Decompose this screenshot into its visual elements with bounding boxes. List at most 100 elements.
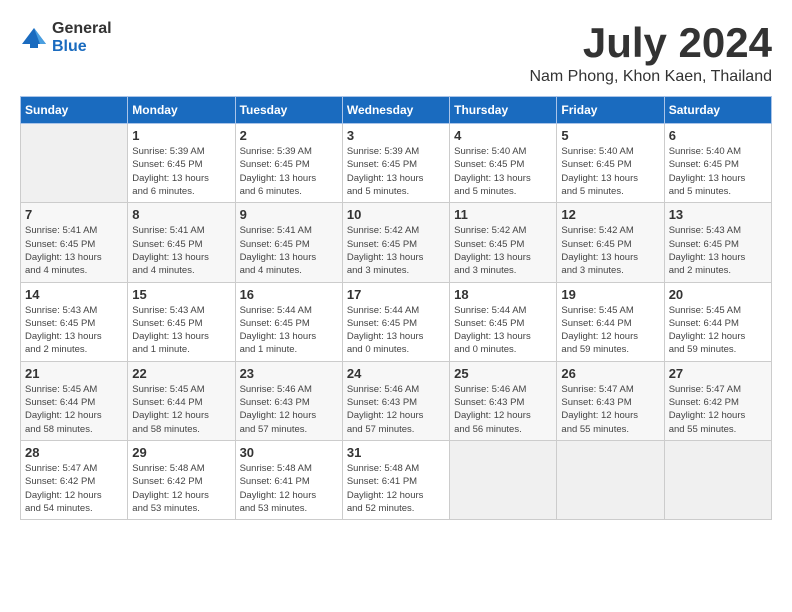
- calendar-cell: 1 Sunrise: 5:39 AM Sunset: 6:45 PM Daylig…: [128, 124, 235, 203]
- day-info: Sunrise: 5:47 AM Sunset: 6:43 PM Dayligh…: [561, 383, 659, 436]
- calendar-cell: 27Sunrise: 5:47 AM Sunset: 6:42 PM Dayli…: [664, 361, 771, 440]
- calendar-cell: 23 Sunrise: 5:46 AM Sunset: 6:43 PM Dayli…: [235, 361, 342, 440]
- header-cell-sunday: Sunday: [21, 97, 128, 124]
- calendar-cell: 6 Sunrise: 5:40 AM Sunset: 6:45 PM Daylig…: [664, 124, 771, 203]
- logo: General Blue: [20, 20, 112, 55]
- day-number: 2: [240, 128, 338, 143]
- day-info: Sunrise: 5:39 AM Sunset: 6:45 PM Dayligh…: [347, 145, 445, 198]
- week-row-2: 7 Sunrise: 5:41 AM Sunset: 6:45 PM Daylig…: [21, 203, 772, 282]
- header: General Blue July 2024 Nam Phong, Khon K…: [20, 20, 772, 86]
- week-row-1: 1 Sunrise: 5:39 AM Sunset: 6:45 PM Daylig…: [21, 124, 772, 203]
- calendar-cell: 21 Sunrise: 5:45 AM Sunset: 6:44 PM Dayli…: [21, 361, 128, 440]
- calendar-cell: 15 Sunrise: 5:43 AM Sunset: 6:45 PM Dayli…: [128, 282, 235, 361]
- calendar-cell: 12 Sunrise: 5:42 AM Sunset: 6:45 PM Dayli…: [557, 203, 664, 282]
- day-number: 7: [25, 207, 123, 222]
- logo-icon: [20, 26, 48, 50]
- day-number: 29: [132, 445, 230, 460]
- calendar-cell: 16Sunrise: 5:44 AM Sunset: 6:45 PM Dayli…: [235, 282, 342, 361]
- day-info: Sunrise: 5:45 AM Sunset: 6:44 PM Dayligh…: [669, 304, 767, 357]
- header-cell-friday: Friday: [557, 97, 664, 124]
- calendar-cell: 11Sunrise: 5:42 AM Sunset: 6:45 PM Dayli…: [450, 203, 557, 282]
- day-info: Sunrise: 5:43 AM Sunset: 6:45 PM Dayligh…: [25, 304, 123, 357]
- header-cell-monday: Monday: [128, 97, 235, 124]
- day-number: 19: [561, 287, 659, 302]
- day-number: 20: [669, 287, 767, 302]
- day-info: Sunrise: 5:41 AM Sunset: 6:45 PM Dayligh…: [25, 224, 123, 277]
- day-info: Sunrise: 5:39 AM Sunset: 6:45 PM Dayligh…: [132, 145, 230, 198]
- day-number: 14: [25, 287, 123, 302]
- calendar-cell: 3Sunrise: 5:39 AM Sunset: 6:45 PM Daylig…: [342, 124, 449, 203]
- logo-blue: Blue: [52, 38, 112, 56]
- day-info: Sunrise: 5:47 AM Sunset: 6:42 PM Dayligh…: [669, 383, 767, 436]
- day-number: 25: [454, 366, 552, 381]
- month-title: July 2024: [529, 20, 772, 66]
- header-cell-thursday: Thursday: [450, 97, 557, 124]
- day-info: Sunrise: 5:46 AM Sunset: 6:43 PM Dayligh…: [454, 383, 552, 436]
- calendar-cell: [21, 124, 128, 203]
- day-info: Sunrise: 5:42 AM Sunset: 6:45 PM Dayligh…: [561, 224, 659, 277]
- day-number: 11: [454, 207, 552, 222]
- calendar-cell: 10 Sunrise: 5:42 AM Sunset: 6:45 PM Dayli…: [342, 203, 449, 282]
- day-number: 26: [561, 366, 659, 381]
- calendar-cell: 14 Sunrise: 5:43 AM Sunset: 6:45 PM Dayli…: [21, 282, 128, 361]
- day-number: 16: [240, 287, 338, 302]
- day-number: 6: [669, 128, 767, 143]
- day-number: 10: [347, 207, 445, 222]
- day-info: Sunrise: 5:43 AM Sunset: 6:45 PM Dayligh…: [669, 224, 767, 277]
- calendar-cell: 4Sunrise: 5:40 AM Sunset: 6:45 PM Daylig…: [450, 124, 557, 203]
- calendar-cell: [557, 440, 664, 519]
- day-number: 12: [561, 207, 659, 222]
- calendar-cell: 26 Sunrise: 5:47 AM Sunset: 6:43 PM Dayli…: [557, 361, 664, 440]
- day-info: Sunrise: 5:42 AM Sunset: 6:45 PM Dayligh…: [347, 224, 445, 277]
- calendar-cell: 28Sunrise: 5:47 AM Sunset: 6:42 PM Dayli…: [21, 440, 128, 519]
- day-info: Sunrise: 5:40 AM Sunset: 6:45 PM Dayligh…: [561, 145, 659, 198]
- day-number: 4: [454, 128, 552, 143]
- day-info: Sunrise: 5:43 AM Sunset: 6:45 PM Dayligh…: [132, 304, 230, 357]
- header-cell-tuesday: Tuesday: [235, 97, 342, 124]
- calendar-cell: 17Sunrise: 5:44 AM Sunset: 6:45 PM Dayli…: [342, 282, 449, 361]
- calendar-cell: 19 Sunrise: 5:45 AM Sunset: 6:44 PM Dayli…: [557, 282, 664, 361]
- calendar-cell: 2 Sunrise: 5:39 AM Sunset: 6:45 PM Daylig…: [235, 124, 342, 203]
- day-info: Sunrise: 5:40 AM Sunset: 6:45 PM Dayligh…: [669, 145, 767, 198]
- calendar-cell: 25 Sunrise: 5:46 AM Sunset: 6:43 PM Dayli…: [450, 361, 557, 440]
- day-number: 24: [347, 366, 445, 381]
- day-info: Sunrise: 5:45 AM Sunset: 6:44 PM Dayligh…: [561, 304, 659, 357]
- header-row: SundayMondayTuesdayWednesdayThursdayFrid…: [21, 97, 772, 124]
- calendar-cell: 8 Sunrise: 5:41 AM Sunset: 6:45 PM Daylig…: [128, 203, 235, 282]
- logo-general: General: [52, 20, 112, 38]
- day-info: Sunrise: 5:47 AM Sunset: 6:42 PM Dayligh…: [25, 462, 123, 515]
- calendar-body: 1 Sunrise: 5:39 AM Sunset: 6:45 PM Daylig…: [21, 124, 772, 520]
- day-info: Sunrise: 5:44 AM Sunset: 6:45 PM Dayligh…: [347, 304, 445, 357]
- day-number: 31: [347, 445, 445, 460]
- week-row-5: 28Sunrise: 5:47 AM Sunset: 6:42 PM Dayli…: [21, 440, 772, 519]
- day-number: 30: [240, 445, 338, 460]
- day-info: Sunrise: 5:41 AM Sunset: 6:45 PM Dayligh…: [132, 224, 230, 277]
- calendar-cell: [450, 440, 557, 519]
- header-cell-saturday: Saturday: [664, 97, 771, 124]
- week-row-4: 21 Sunrise: 5:45 AM Sunset: 6:44 PM Dayli…: [21, 361, 772, 440]
- day-info: Sunrise: 5:46 AM Sunset: 6:43 PM Dayligh…: [347, 383, 445, 436]
- calendar-cell: 7 Sunrise: 5:41 AM Sunset: 6:45 PM Daylig…: [21, 203, 128, 282]
- calendar-cell: [664, 440, 771, 519]
- day-number: 9: [240, 207, 338, 222]
- day-number: 21: [25, 366, 123, 381]
- week-row-3: 14 Sunrise: 5:43 AM Sunset: 6:45 PM Dayli…: [21, 282, 772, 361]
- calendar-cell: 13Sunrise: 5:43 AM Sunset: 6:45 PM Dayli…: [664, 203, 771, 282]
- calendar-cell: 18Sunrise: 5:44 AM Sunset: 6:45 PM Dayli…: [450, 282, 557, 361]
- day-info: Sunrise: 5:46 AM Sunset: 6:43 PM Dayligh…: [240, 383, 338, 436]
- day-number: 8: [132, 207, 230, 222]
- header-cell-wednesday: Wednesday: [342, 97, 449, 124]
- day-info: Sunrise: 5:48 AM Sunset: 6:41 PM Dayligh…: [240, 462, 338, 515]
- day-number: 15: [132, 287, 230, 302]
- calendar-cell: 20 Sunrise: 5:45 AM Sunset: 6:44 PM Dayli…: [664, 282, 771, 361]
- day-number: 1: [132, 128, 230, 143]
- title-area: July 2024 Nam Phong, Khon Kaen, Thailand: [529, 20, 772, 86]
- calendar-cell: 5Sunrise: 5:40 AM Sunset: 6:45 PM Daylig…: [557, 124, 664, 203]
- day-number: 18: [454, 287, 552, 302]
- day-info: Sunrise: 5:45 AM Sunset: 6:44 PM Dayligh…: [25, 383, 123, 436]
- calendar-header: SundayMondayTuesdayWednesdayThursdayFrid…: [21, 97, 772, 124]
- day-number: 23: [240, 366, 338, 381]
- calendar-table: SundayMondayTuesdayWednesdayThursdayFrid…: [20, 96, 772, 520]
- day-info: Sunrise: 5:48 AM Sunset: 6:42 PM Dayligh…: [132, 462, 230, 515]
- day-info: Sunrise: 5:39 AM Sunset: 6:45 PM Dayligh…: [240, 145, 338, 198]
